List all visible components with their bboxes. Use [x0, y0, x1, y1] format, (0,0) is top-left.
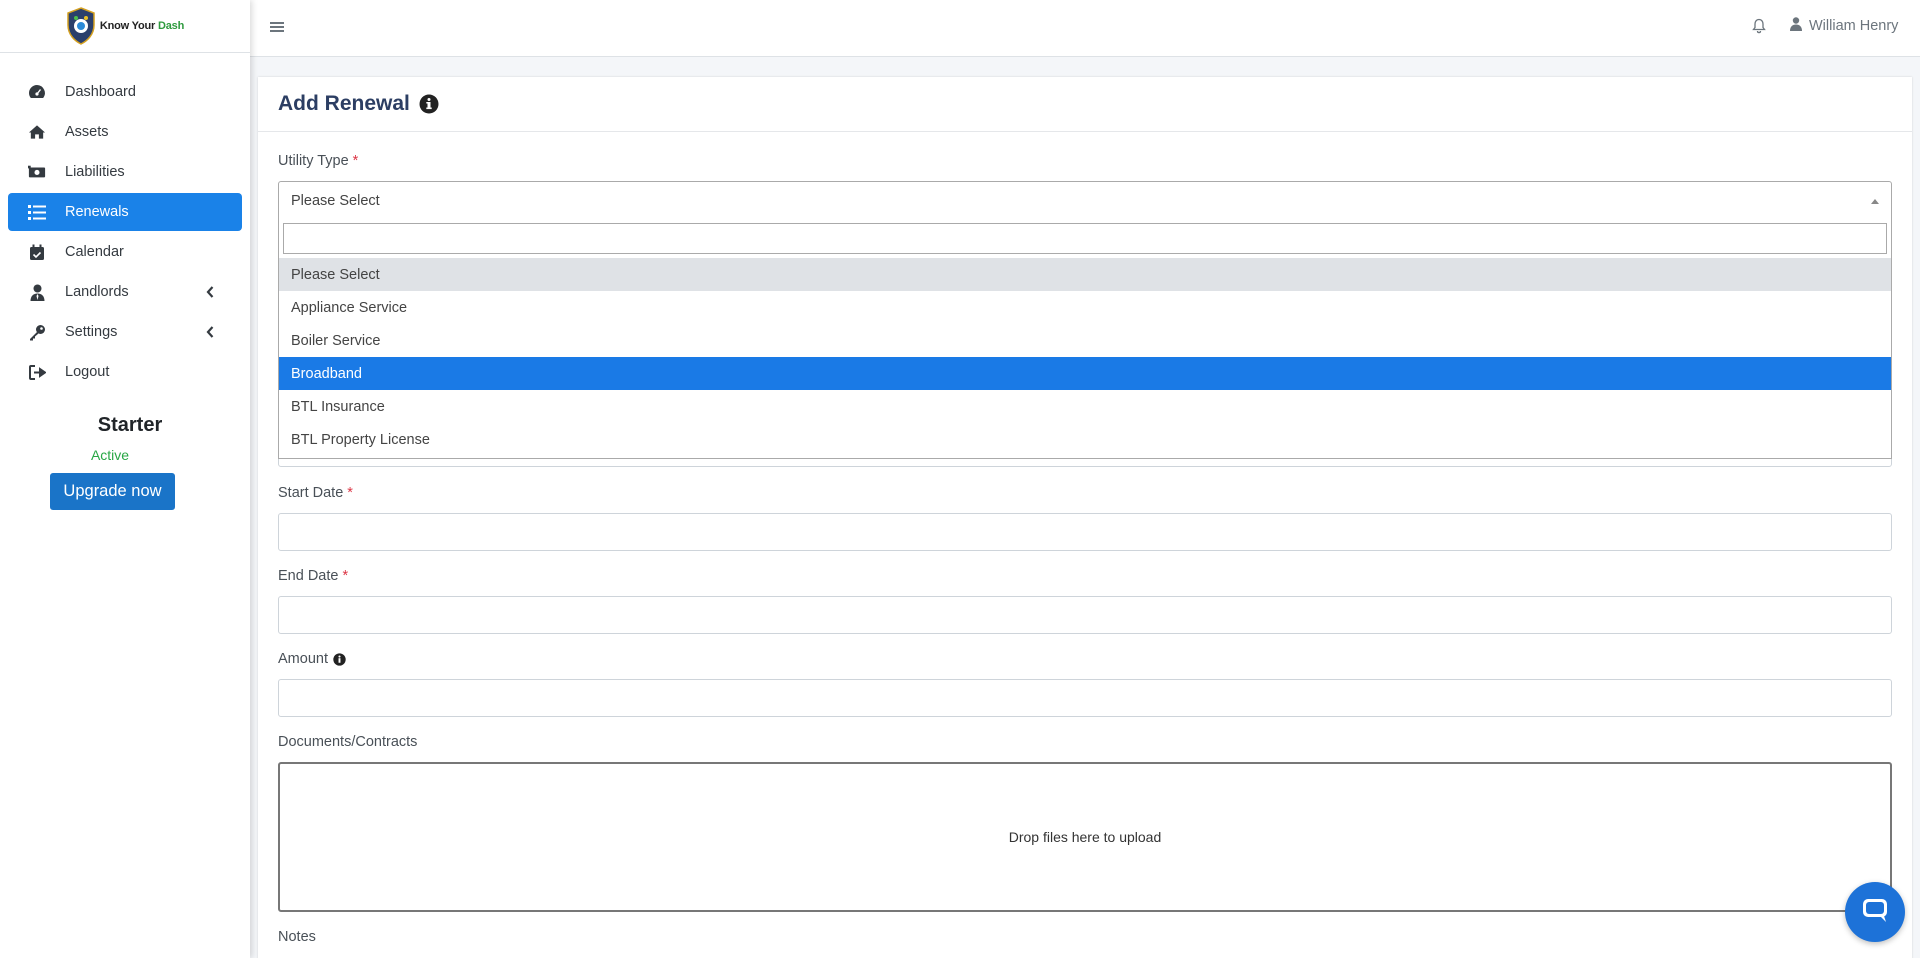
- sidebar-item-logout[interactable]: Logout: [8, 353, 242, 391]
- upgrade-now-button[interactable]: Upgrade now: [50, 473, 175, 510]
- sidebar-item-assets[interactable]: Assets: [8, 113, 242, 151]
- chat-widget-button[interactable]: [1845, 882, 1905, 942]
- required-marker: *: [352, 153, 359, 169]
- documents-label: Documents/Contracts: [278, 734, 418, 750]
- amount-info-icon[interactable]: [333, 652, 346, 666]
- sidebar-item-settings[interactable]: Settings: [8, 313, 242, 351]
- dropdown-option[interactable]: BTL Insurance: [279, 390, 1891, 423]
- sidebar-item-label: Calendar: [65, 244, 124, 260]
- start-date-label: Start Date *: [278, 485, 353, 501]
- dashboard-icon: [28, 83, 46, 101]
- sidebar-item-label: Assets: [65, 124, 109, 140]
- dropdown-search-input[interactable]: [283, 223, 1887, 254]
- amount-input[interactable]: [278, 679, 1892, 717]
- chat-bubble-icon: [1860, 895, 1890, 929]
- brand[interactable]: Know Your Dash: [0, 0, 250, 53]
- plan-status: Active: [90, 447, 130, 463]
- utility-type-select[interactable]: Please Select: [278, 181, 1892, 220]
- dropdown-option[interactable]: Appliance Service: [279, 291, 1891, 324]
- sidebar-nav: Dashboard Assets Liabilities Renewals Ca…: [0, 53, 250, 391]
- brand-name: Know Your Dash: [99, 20, 185, 32]
- sidebar-item-label: Landlords: [65, 284, 129, 300]
- end-date-input[interactable]: [278, 596, 1892, 634]
- calendar-icon: [28, 243, 46, 261]
- notification-bell-icon[interactable]: [1752, 18, 1766, 34]
- dropdown-option[interactable]: Boiler Service: [279, 324, 1891, 357]
- sidebar: Know Your Dash Dashboard Assets Liabilit…: [0, 0, 250, 958]
- utility-type-selected-value: Please Select: [291, 192, 380, 209]
- user-menu[interactable]: William Henry: [1790, 17, 1898, 35]
- dropdown-option-highlighted[interactable]: Broadband: [279, 357, 1891, 390]
- list-icon: [28, 203, 46, 221]
- top-navbar: William Henry: [250, 0, 1920, 57]
- sidebar-item-label: Settings: [65, 324, 118, 340]
- caret-up-icon: [1871, 199, 1879, 204]
- file-dropzone[interactable]: Drop files here to upload: [278, 762, 1892, 912]
- required-marker: *: [342, 568, 349, 584]
- subscription-plan: Starter Active Upgrade now: [0, 414, 250, 510]
- sidebar-item-label: Logout: [65, 364, 110, 380]
- plan-name: Starter: [97, 414, 163, 436]
- chevron-left-icon: [204, 285, 216, 299]
- menu-toggle-icon[interactable]: [270, 20, 284, 34]
- add-renewal-card: Add Renewal Utility Type * Please Select …: [258, 77, 1912, 958]
- sidebar-item-dashboard[interactable]: Dashboard: [8, 73, 242, 111]
- user-name: William Henry: [1809, 18, 1899, 34]
- sidebar-item-label: Liabilities: [65, 164, 125, 180]
- brand-shield-logo: [66, 6, 96, 46]
- logout-icon: [28, 363, 46, 381]
- page-title: Add Renewal: [278, 92, 410, 115]
- info-icon[interactable]: [419, 94, 439, 114]
- dropdown-option[interactable]: Please Select: [279, 258, 1891, 291]
- amount-label: Amount: [278, 651, 346, 667]
- key-icon: [28, 323, 46, 341]
- user-tie-icon: [28, 283, 46, 301]
- required-marker: *: [347, 485, 353, 501]
- user-icon: [1790, 17, 1802, 35]
- start-date-input[interactable]: [278, 513, 1892, 551]
- sidebar-item-label: Dashboard: [65, 84, 136, 100]
- notes-label: Notes: [278, 929, 316, 945]
- dropdown-option[interactable]: BTL Property License: [279, 423, 1891, 456]
- utility-type-label: Utility Type *: [278, 153, 359, 169]
- end-date-label: End Date *: [278, 568, 349, 584]
- sidebar-item-landlords[interactable]: Landlords: [8, 273, 242, 311]
- sidebar-item-calendar[interactable]: Calendar: [8, 233, 242, 271]
- home-icon: [28, 123, 46, 141]
- sidebar-item-renewals[interactable]: Renewals: [8, 193, 242, 231]
- sidebar-item-liabilities[interactable]: Liabilities: [8, 153, 242, 191]
- card-header: Add Renewal: [258, 77, 1912, 132]
- money-icon: [28, 163, 46, 181]
- utility-type-dropdown: Please Select Appliance Service Boiler S…: [278, 219, 1892, 459]
- sidebar-item-label: Renewals: [65, 204, 129, 220]
- chevron-left-icon: [204, 325, 216, 339]
- dropzone-text: Drop files here to upload: [1008, 829, 1162, 845]
